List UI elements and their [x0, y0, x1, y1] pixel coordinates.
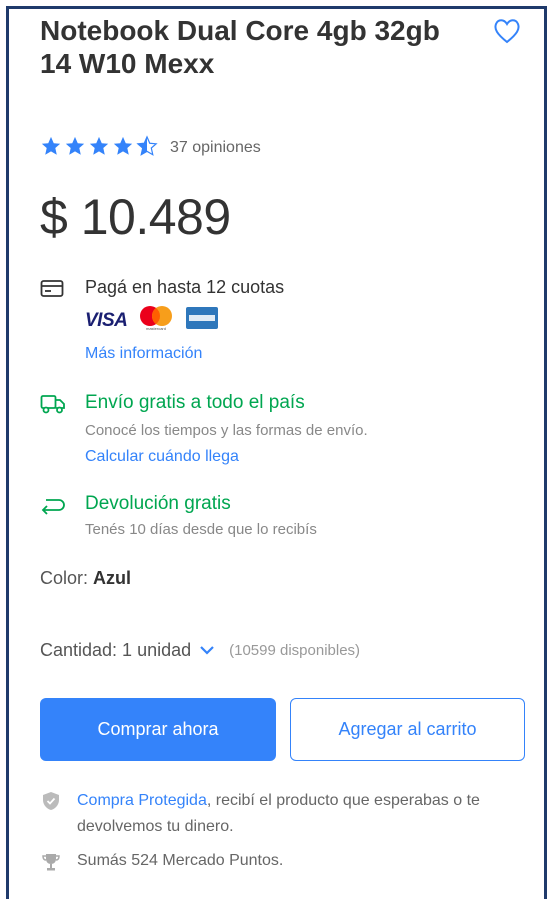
payment-cards: VISA mastercard: [85, 305, 219, 336]
mastercard-logo: mastercard: [137, 305, 175, 336]
mercado-points: Sumás 524 Mercado Puntos.: [77, 852, 284, 869]
shipping-title: Envío gratis a todo el país: [85, 392, 305, 413]
rating[interactable]: 37 opiniones: [40, 134, 261, 162]
buy-now-button[interactable]: Comprar ahora: [40, 698, 276, 761]
star-icon: [40, 135, 64, 162]
add-to-cart-button[interactable]: Agregar al carrito: [290, 698, 525, 761]
returns-subtitle: Tenés 10 días desde que lo recibís: [85, 521, 317, 538]
product-title: Notebook Dual Core 4gb 32gb 14 W10 Mexx: [40, 15, 440, 79]
quantity-label: Cantidad: 1 unidad: [40, 640, 192, 660]
more-info-link[interactable]: Más información: [85, 345, 202, 363]
favorite-heart-icon[interactable]: [493, 18, 521, 44]
half-star-icon: [136, 134, 160, 162]
color-selector[interactable]: Color: Azul: [40, 568, 131, 589]
visa-logo: VISA: [85, 309, 128, 331]
shield-icon: [40, 790, 62, 817]
star-icon: [112, 135, 136, 162]
return-arrow-icon: [40, 495, 66, 520]
amex-logo: [185, 305, 219, 336]
installments-text: Pagá en hasta 12 cuotas: [85, 277, 285, 297]
protected-purchase-link[interactable]: Compra Protegida: [77, 792, 207, 809]
star-icon: [64, 135, 88, 162]
truck-icon: [40, 393, 66, 420]
calculate-delivery-link[interactable]: Calcular cuándo llega: [85, 448, 239, 466]
color-label: Color:: [40, 568, 89, 588]
price: $ 10.489: [40, 189, 231, 245]
svg-text:mastercard: mastercard: [146, 326, 166, 331]
protected-purchase-text: Compra Protegida, recibí el producto que…: [77, 788, 527, 840]
quantity-selector[interactable]: Cantidad: 1 unidad (10599 disponibles): [40, 640, 360, 661]
color-value: Azul: [93, 568, 132, 588]
star-icon: [88, 135, 112, 162]
trophy-icon: [40, 852, 62, 877]
shipping-subtitle: Conocé los tiempos y las formas de envío…: [85, 422, 368, 439]
chevron-down-icon[interactable]: [199, 640, 215, 661]
available-stock: (10599 disponibles): [229, 642, 361, 659]
reviews-count[interactable]: 37 opiniones: [170, 139, 261, 157]
returns-title: Devolución gratis: [85, 493, 231, 514]
card-icon: [40, 279, 64, 304]
